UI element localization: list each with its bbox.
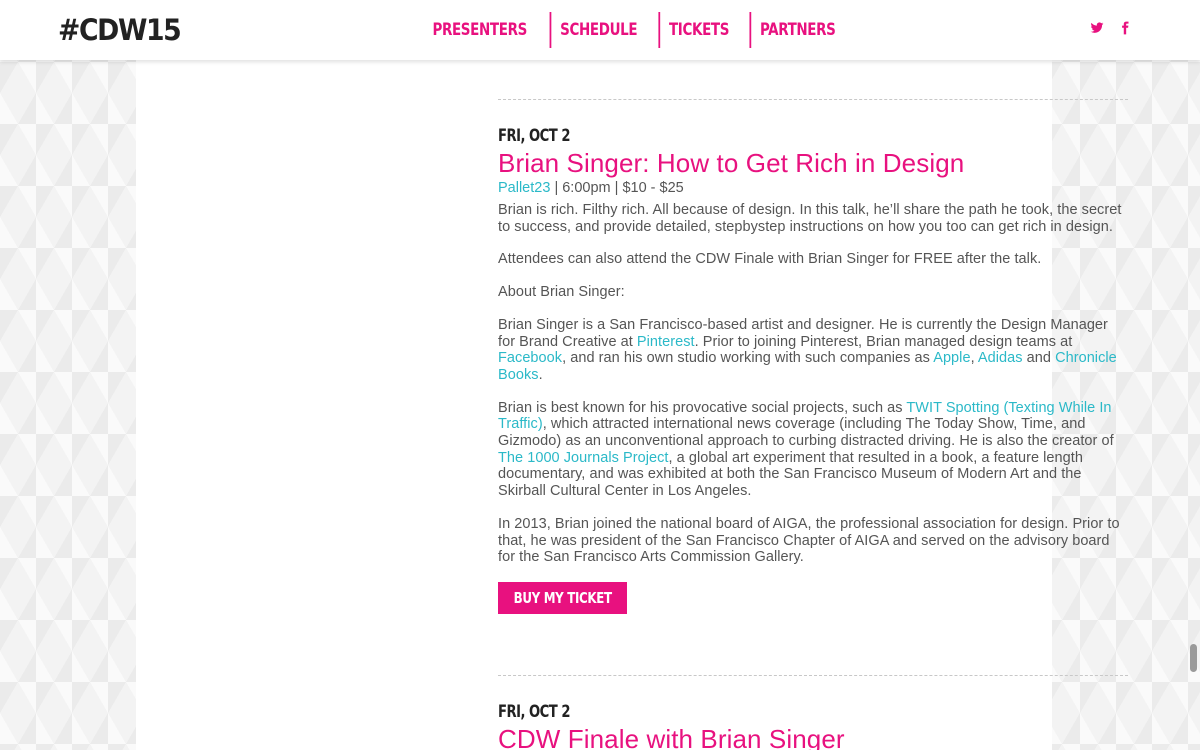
section-divider [498,675,1128,676]
buy-ticket-button[interactable]: BUY MY TICKET [498,581,628,614]
nav-partners[interactable]: PARTNERS [749,12,845,48]
event-date: FRI, OCT 2 [498,702,570,722]
nav-schedule[interactable]: SCHEDULE [549,12,646,48]
bio-paragraph: In 2013, Brian joined the national board… [498,515,1120,566]
event-title[interactable]: Brian Singer: How to Get Rich in Design [498,148,1128,179]
section-divider [498,99,1128,100]
event-price: $10 - $25 [622,180,684,196]
scrollbar-thumb[interactable] [1190,644,1197,672]
nav-tickets[interactable]: TICKETS [658,12,737,48]
event-card: FRI, OCT 2 CDW Finale with Brian Singer [498,702,1128,750]
twitter-icon[interactable] [1090,21,1104,35]
page-scrollbar[interactable] [1186,0,1200,750]
event-card: FRI, OCT 2 Brian Singer: How to Get Rich… [498,126,1128,614]
nav-presenters[interactable]: PRESENTERS [424,12,536,48]
event-description: Brian is rich. Filthy rich. All because … [498,202,1122,235]
event-title[interactable]: CDW Finale with Brian Singer [498,724,1128,750]
apple-link[interactable]: Apple [933,350,970,366]
site-logo[interactable]: #CDW15 [58,13,182,47]
main-nav: PRESENTERS SCHEDULE TICKETS PARTNERS [416,12,851,48]
pinterest-link[interactable]: Pinterest [637,334,695,350]
event-time: 6:00pm [562,180,611,196]
bio-paragraph: Brian is best known for his provocative … [498,399,1114,500]
venue-link[interactable]: Pallet23 [498,180,550,196]
social-links [1090,21,1132,35]
site-header: #CDW15 PRESENTERS SCHEDULE TICKETS PARTN… [0,0,1200,60]
journals-project-link[interactable]: The 1000 Journals Project [498,450,669,466]
event-date: FRI, OCT 2 [498,126,570,146]
event-note: Attendees can also attend the CDW Finale… [498,251,1042,268]
event-meta: Pallet23 | 6:00pm | $10 - $25 [498,180,684,196]
facebook-icon[interactable] [1118,21,1132,35]
adidas-link[interactable]: Adidas [978,350,1023,366]
content-panel: FRI, OCT 2 Brian Singer: How to Get Rich… [136,60,1128,750]
facebook-link[interactable]: Facebook [498,350,562,366]
bio-paragraph: Brian Singer is a San Francisco-based ar… [498,316,1117,383]
about-heading: About Brian Singer: [498,284,625,301]
